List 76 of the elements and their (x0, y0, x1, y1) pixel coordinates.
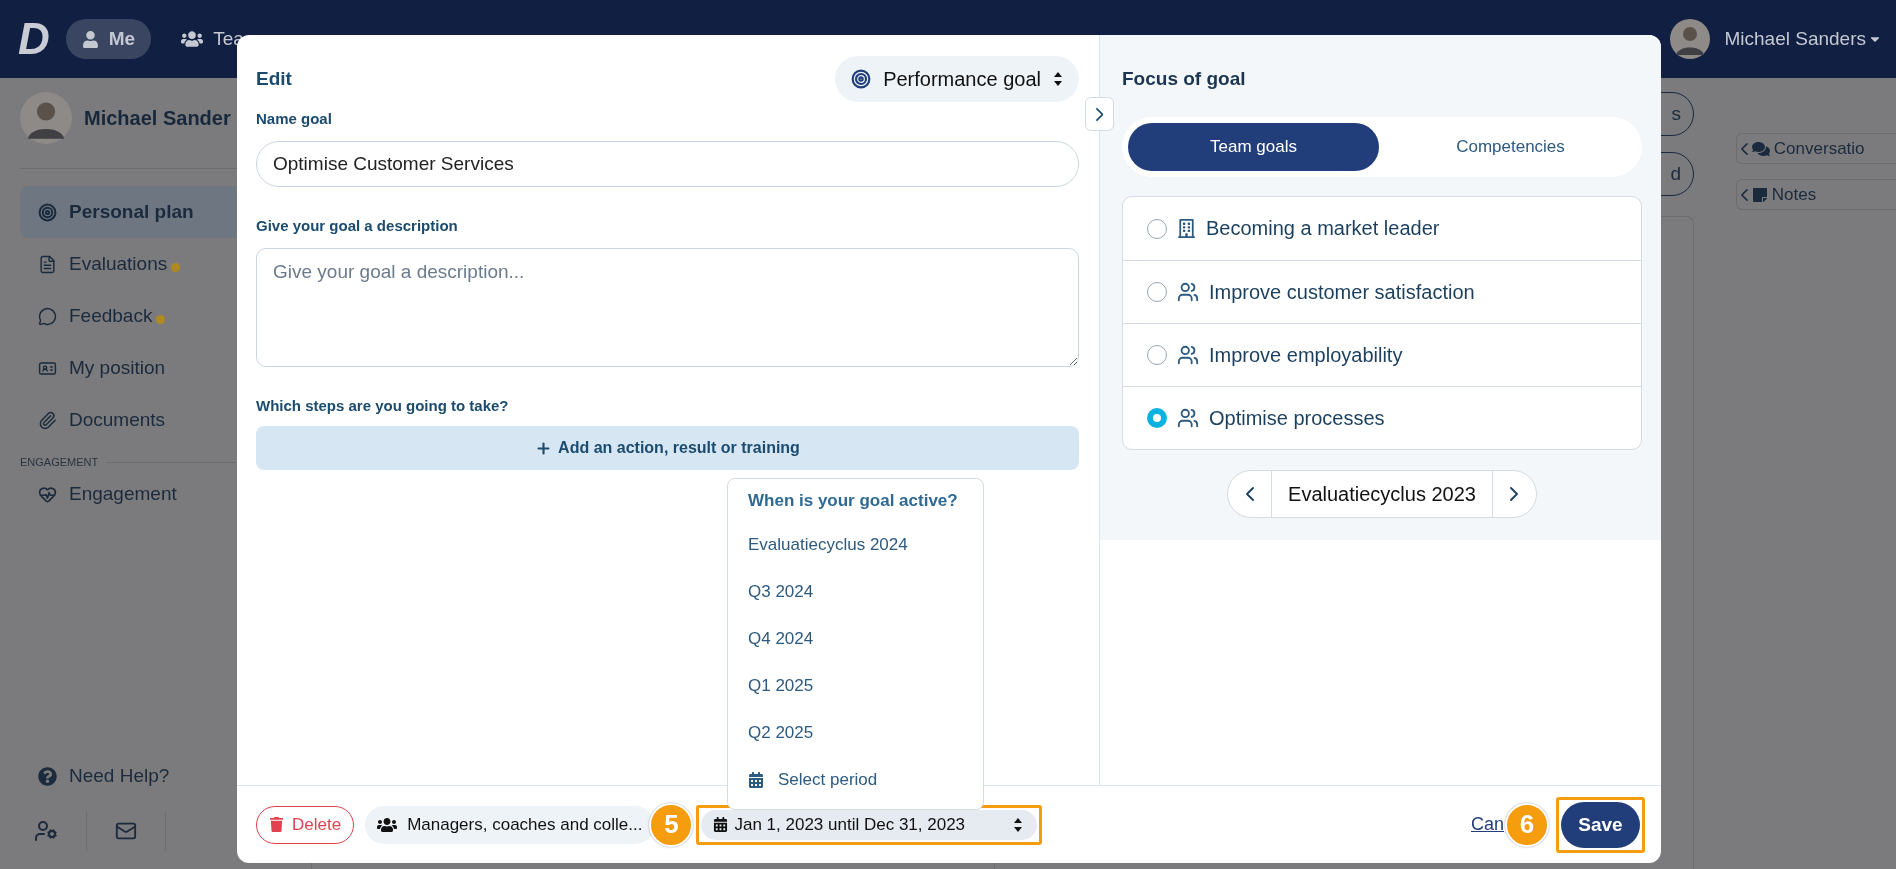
avatar (1670, 19, 1711, 59)
goal-option[interactable]: Improve employability (1123, 323, 1641, 386)
section-label: ENGAGEMENT (20, 456, 99, 468)
sidebar-label: My position (69, 357, 166, 379)
logo[interactable]: D (18, 14, 48, 64)
goal-label: Becoming a market leader (1206, 217, 1440, 240)
name-field[interactable]: Optimise Customer Services (256, 141, 1079, 187)
trash-icon (269, 817, 284, 832)
user-icon (81, 30, 99, 48)
profile-name: Michael Sander (84, 106, 231, 130)
user-name[interactable]: Michael Sanders (1724, 28, 1866, 50)
menu-item[interactable]: Q4 2024 (728, 615, 983, 662)
chat-bubbles-icon (1751, 139, 1770, 158)
goal-option[interactable]: Optimise processes (1123, 386, 1641, 449)
menu-item[interactable]: Evaluatiecyclus 2024 (728, 521, 983, 568)
help-icon[interactable] (38, 766, 57, 786)
target-icon (38, 202, 57, 222)
add-step-button[interactable]: Add an action, result or training (256, 426, 1079, 470)
sort-icon (1053, 71, 1063, 87)
radio-button[interactable] (1147, 408, 1167, 428)
chevron-left-icon (1741, 142, 1748, 155)
goal-label: Improve employability (1209, 343, 1403, 367)
sidebar-label: Feedback (69, 305, 153, 327)
target-icon (851, 69, 872, 89)
plus-icon (535, 439, 553, 457)
chevron-left-icon (1741, 188, 1748, 201)
cancel-link[interactable]: Can (1470, 814, 1504, 835)
sort-icon (1013, 816, 1024, 833)
paperclip-icon (38, 410, 57, 430)
users-icon (1177, 407, 1199, 429)
collapse-button[interactable] (1085, 97, 1114, 131)
menu-title: When is your goal active? (747, 490, 959, 512)
chevron-right-icon (1510, 487, 1519, 501)
users-icon (1177, 344, 1199, 366)
goal-option[interactable]: Improve customer satisfaction (1123, 260, 1641, 323)
goal-label: Optimise processes (1209, 406, 1385, 430)
tab[interactable]: Team goals (1128, 123, 1379, 171)
users-icon (1177, 281, 1199, 303)
save-button[interactable]: Save (1561, 801, 1640, 848)
dialog-title: Edit (256, 68, 292, 90)
calendar-icon (748, 771, 764, 788)
sidebar-label: Documents (69, 409, 166, 431)
note-icon (1751, 186, 1768, 203)
radio-button[interactable] (1147, 345, 1167, 365)
menu-item[interactable]: Select period (728, 756, 983, 803)
chevron-left-icon (1245, 487, 1254, 501)
cycle-label: Evaluatiecyclus 2023 (1271, 471, 1493, 517)
avatar (20, 92, 72, 144)
delete-button[interactable]: Delete (256, 805, 355, 844)
sidebar-label: Evaluations (69, 253, 168, 275)
goal-option[interactable]: Becoming a market leader (1123, 197, 1641, 260)
chevron-right-icon (1095, 107, 1104, 121)
users-icon (181, 28, 204, 50)
step-callout: 6 (1505, 802, 1549, 847)
tab[interactable]: Competencies (1385, 123, 1636, 171)
menu-item[interactable]: Q3 2024 (728, 568, 983, 615)
period-select[interactable]: Jan 1, 2023 until Dec 31, 2023 (701, 809, 1038, 840)
document-icon (38, 254, 57, 274)
sidebar-label: Engagement (69, 483, 177, 505)
nav-tab[interactable]: Me (65, 19, 152, 59)
radio-button[interactable] (1147, 282, 1167, 302)
heart-pulse-icon (38, 484, 57, 504)
field-label: Name goal (256, 110, 333, 127)
step-callout: 5 (649, 802, 694, 847)
building-icon (1177, 219, 1196, 238)
panel-title: Focus of goal (1122, 68, 1247, 90)
description-field[interactable]: Give your goal a description... (256, 248, 1079, 367)
sidebar-label: Personal plan (69, 201, 194, 223)
goal-type-select[interactable]: Performance goal (835, 56, 1079, 102)
calendar-icon (713, 817, 729, 832)
goal-label: Improve customer satisfaction (1209, 280, 1475, 304)
radio-button[interactable] (1147, 218, 1167, 239)
menu-item[interactable]: Q2 2025 (728, 709, 983, 756)
menu-item[interactable]: Q1 2025 (728, 662, 983, 709)
field-label: Which steps are you going to take? (256, 397, 510, 414)
speech-bubble-icon (38, 306, 57, 326)
